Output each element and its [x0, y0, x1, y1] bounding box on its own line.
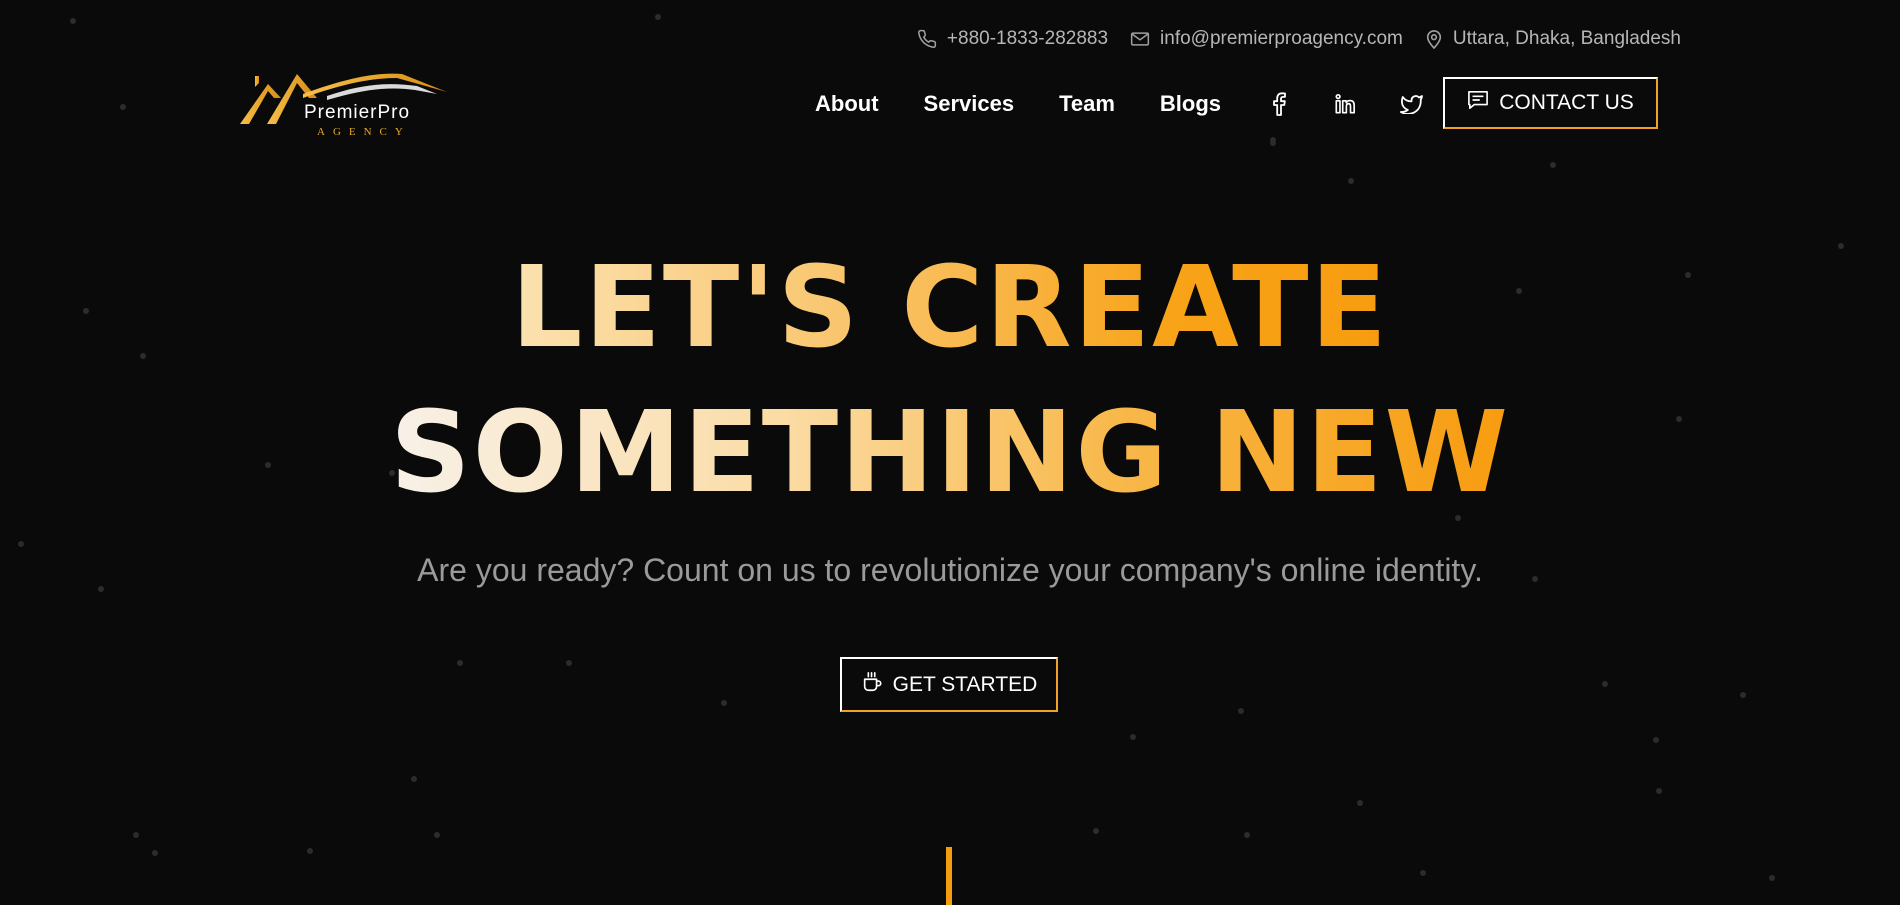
logo-sub-text: AGENCY: [317, 126, 411, 138]
top-contact-bar: +880-1833-282883 info@premierproagency.c…: [917, 28, 1681, 50]
hero-title-line-2-text: SOMETHING NEW: [389, 388, 1511, 518]
contact-us-button[interactable]: CONTACT US: [1443, 77, 1658, 129]
contact-phone-text: +880-1833-282883: [946, 28, 1109, 49]
hero-title-line-1-text: LET'S CREATE: [510, 243, 1390, 373]
contact-phone[interactable]: +880-1833-282883: [917, 28, 1108, 50]
get-started-button[interactable]: GET STARTED: [840, 657, 1058, 712]
contact-address[interactable]: Uttara, Dhaka, Bangladesh: [1425, 28, 1681, 50]
mail-icon: [1130, 30, 1150, 48]
hero-subtitle: Are you ready? Count on us to revolution…: [417, 552, 1483, 588]
chat-bubble-icon: [1467, 90, 1489, 116]
get-started-label: GET STARTED: [892, 672, 1038, 696]
main-nav: About Services Team Blogs: [815, 76, 1464, 132]
contact-email[interactable]: info@premierproagency.com: [1130, 28, 1403, 50]
brand-logo[interactable]: PremierPro AGENCY: [237, 68, 447, 142]
contact-us-label: CONTACT US: [1499, 91, 1634, 114]
nav-link-about[interactable]: About: [815, 91, 879, 117]
phone-icon: [917, 29, 937, 49]
twitter-icon[interactable]: [1398, 91, 1424, 117]
logo-name-text: PremierPro: [304, 102, 411, 123]
hero-title-line-2: SOMETHING NEW: [0, 388, 1900, 518]
facebook-icon[interactable]: [1266, 91, 1292, 117]
nav-link-blogs[interactable]: Blogs: [1160, 91, 1221, 117]
scroll-indicator: [946, 847, 952, 905]
contact-address-text: Uttara, Dhaka, Bangladesh: [1452, 28, 1681, 49]
nav-link-team[interactable]: Team: [1059, 91, 1115, 117]
coffee-cup-icon: [861, 671, 883, 699]
hero-title-line-1: LET'S CREATE: [0, 243, 1900, 373]
location-pin-icon: [1425, 28, 1443, 50]
nav-link-services[interactable]: Services: [924, 91, 1015, 117]
linkedin-icon[interactable]: [1332, 91, 1358, 117]
landing-page: +880-1833-282883 info@premierproagency.c…: [0, 0, 1900, 905]
contact-email-text: info@premierproagency.com: [1160, 28, 1403, 49]
